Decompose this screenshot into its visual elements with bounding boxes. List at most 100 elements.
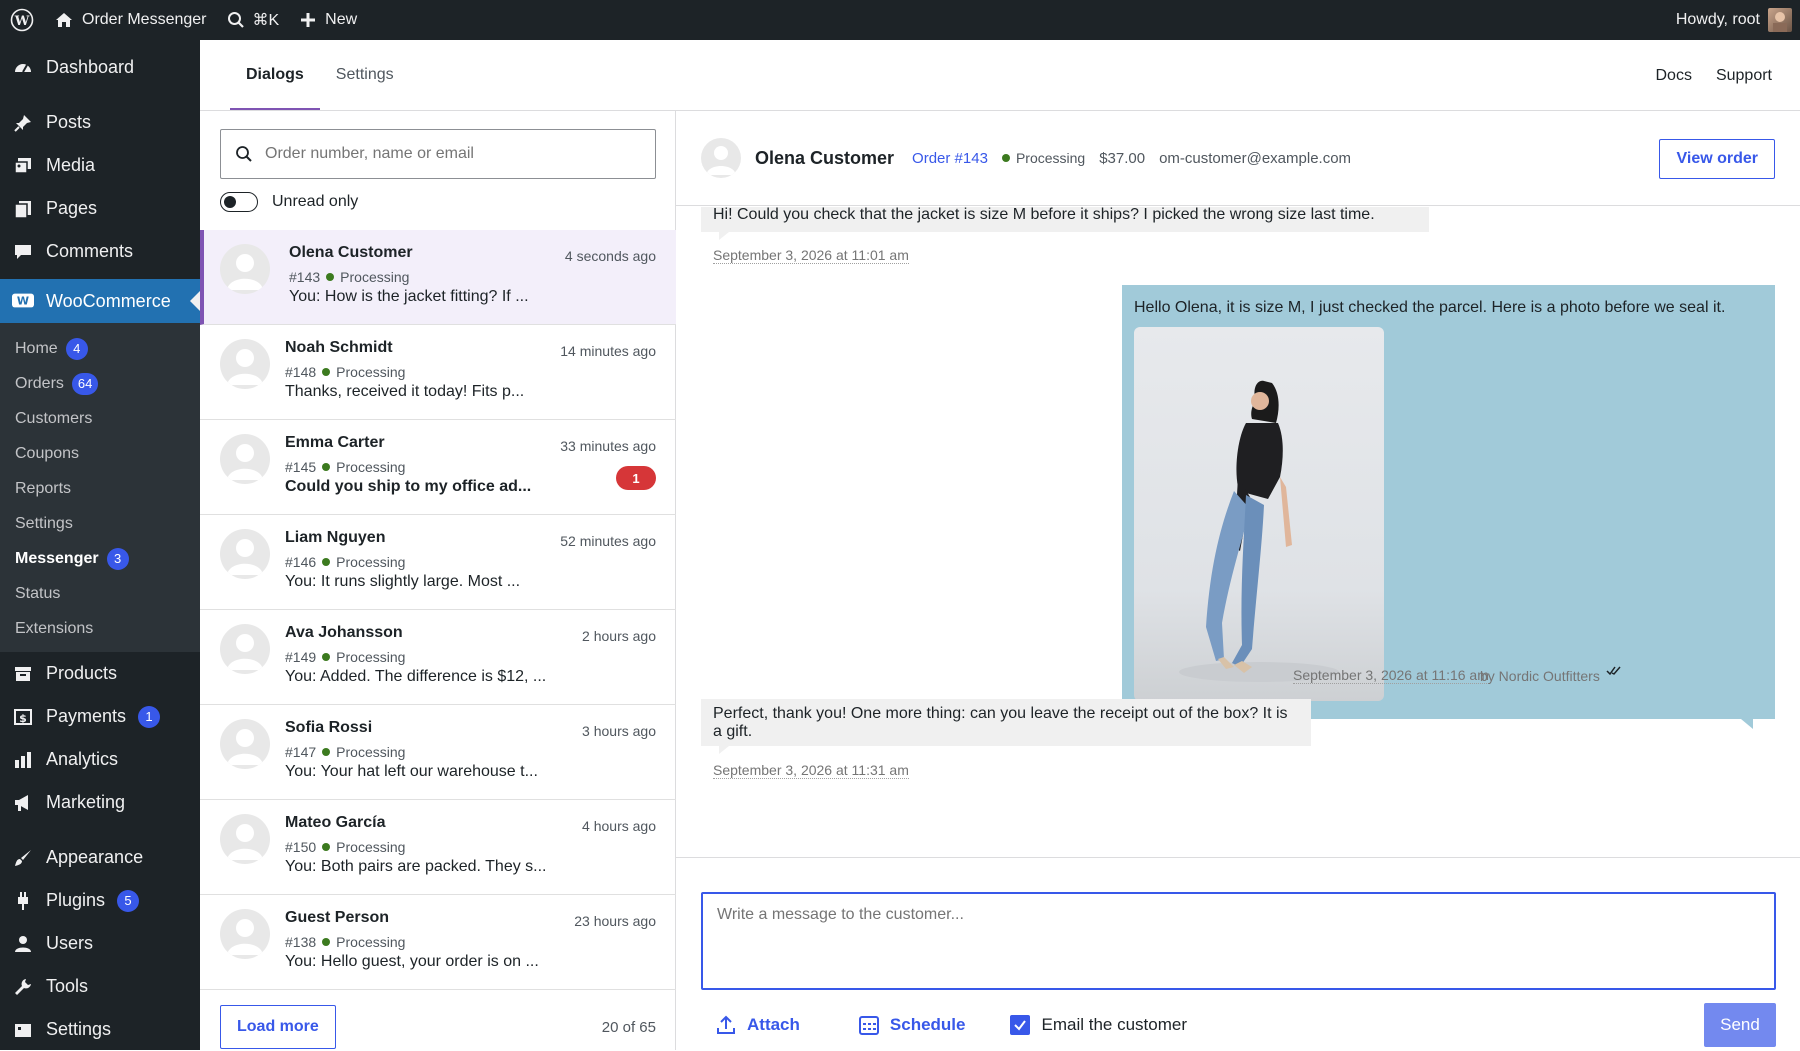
submenu-orders[interactable]: Orders 64 (0, 366, 200, 401)
dialog-item[interactable]: Emma Carter #145 Processing Could you shi… (200, 420, 676, 515)
submenu-settings[interactable]: Settings (0, 506, 200, 541)
message-timestamp: September 3, 2026 at 11:16 am (1293, 667, 1489, 684)
menu-analytics[interactable]: Analytics (0, 738, 200, 781)
submenu-customers[interactable]: Customers (0, 401, 200, 436)
dialog-item[interactable]: Liam Nguyen #146 Processing You: It runs … (200, 515, 676, 610)
command-search-button[interactable]: ⌘K (217, 0, 290, 40)
customer-email: om-customer@example.com (1159, 149, 1352, 167)
dialog-item[interactable]: Guest Person #138 Processing You: Hello g… (200, 895, 676, 990)
tab-dialogs[interactable]: Dialogs (230, 39, 320, 110)
pages-icon (12, 198, 34, 220)
menu-dashboard[interactable]: Dashboard (0, 46, 200, 89)
tab-settings[interactable]: Settings (320, 39, 410, 110)
email-customer-option: Email the customer (1009, 1015, 1187, 1035)
order-number: #149 (285, 649, 317, 665)
new-content-button[interactable]: New (289, 0, 367, 40)
menu-label: Plugins (46, 890, 106, 910)
submenu-reports[interactable]: Reports (0, 471, 200, 506)
order-link[interactable]: Order #143 (912, 150, 988, 167)
unread-only-toggle[interactable] (220, 192, 258, 212)
order-status: Processing (336, 364, 406, 380)
attach-button[interactable]: Attach (701, 1014, 800, 1036)
payments-icon: $ (12, 706, 34, 728)
status-dot (322, 463, 331, 471)
order-status: Processing (336, 459, 406, 475)
menu-marketing[interactable]: Marketing (0, 781, 200, 824)
order-number: #147 (285, 744, 317, 760)
dialog-item[interactable]: Noah Schmidt #148 Processing Thanks, rece… (200, 325, 676, 420)
outgoing-message: Hello Olena, it is size M, I just checke… (1122, 285, 1775, 729)
order-status: Processing (336, 649, 406, 665)
wordpress-logo-button[interactable]: W (0, 0, 44, 40)
menu-settings[interactable]: Settings (0, 1008, 200, 1051)
submenu-label: Customers (15, 409, 93, 427)
unread-count-badge: 1 (616, 466, 656, 490)
email-customer-checkbox[interactable] (1009, 1015, 1030, 1035)
woocommerce-icon: W (12, 290, 34, 312)
submenu-coupons[interactable]: Coupons (0, 436, 200, 471)
status-dot (1001, 154, 1010, 162)
load-more-button[interactable]: Load more (220, 1005, 336, 1049)
submenu-label: Coupons (15, 444, 80, 462)
status-dot (322, 748, 331, 756)
chart-bar-icon (12, 749, 34, 771)
message-author: by Nordic Outfitters (1480, 668, 1600, 684)
site-name-link[interactable]: Order Messenger (44, 0, 217, 40)
menu-plugins[interactable]: Plugins 5 (0, 879, 200, 922)
attach-label: Attach (747, 1015, 800, 1034)
customer-avatar (701, 138, 741, 178)
submenu-messenger[interactable]: Messenger 3 (0, 541, 200, 576)
menu-pages[interactable]: Pages (0, 187, 200, 230)
menu-tools[interactable]: Tools (0, 965, 200, 1008)
order-status: Processing (336, 554, 406, 570)
send-button[interactable]: Send (1704, 1003, 1776, 1047)
status-dot (322, 558, 331, 566)
menu-label: Dashboard (46, 57, 135, 77)
order-number: #138 (285, 934, 317, 950)
dashboard-icon (12, 57, 34, 79)
messenger-count-badge: 3 (106, 547, 129, 570)
attached-photo[interactable] (1134, 327, 1384, 701)
message-preview: You: It runs slightly large. Most ... (285, 573, 521, 590)
menu-payments[interactable]: $ Payments 1 (0, 695, 200, 738)
my-account-menu[interactable]: Howdy, root (1666, 0, 1800, 40)
menu-media[interactable]: Media (0, 144, 200, 187)
upload-icon (715, 1014, 737, 1036)
submenu-extensions[interactable]: Extensions (0, 611, 200, 646)
menu-woocommerce[interactable]: W WooCommerce (0, 279, 200, 323)
dialog-count: 20 of 65 (601, 1018, 656, 1036)
submenu-status[interactable]: Status (0, 576, 200, 611)
dialog-item[interactable]: Olena Customer #143 Processing You: How i… (200, 230, 676, 325)
view-order-button[interactable]: View order (1659, 139, 1775, 179)
message-input[interactable] (717, 906, 1760, 976)
dialog-item[interactable]: Ava Johansson #149 Processing You: Added.… (200, 610, 676, 705)
site-name: Order Messenger (82, 11, 207, 28)
search-input[interactable] (265, 145, 625, 163)
message-preview: Could you ship to my office ad... (285, 478, 532, 495)
dialog-list-pane: Unread only Olena Customer #143Processin… (200, 111, 676, 1050)
submenu-label: Orders (15, 374, 64, 392)
status-dot (322, 368, 331, 376)
schedule-button[interactable]: Schedule (844, 1014, 966, 1036)
menu-users[interactable]: Users (0, 922, 200, 965)
incoming-message: Perfect, thank you! One more thing: can … (701, 699, 1311, 754)
menu-posts[interactable]: Posts (0, 101, 200, 144)
home-count-badge: 4 (65, 337, 88, 360)
menu-appearance[interactable]: Appearance (0, 836, 200, 879)
support-link[interactable]: Support (1716, 67, 1772, 85)
menu-products[interactable]: Products (0, 652, 200, 695)
admin-sidebar: Dashboard Posts Media Pages Comments W W… (0, 40, 200, 1050)
order-number: #143 (289, 269, 321, 285)
dialog-item[interactable]: Mateo García #150 Processing You: Both pa… (200, 800, 676, 895)
docs-link[interactable]: Docs (1656, 67, 1692, 85)
orders-count-badge: 64 (71, 372, 99, 395)
dialog-search[interactable] (220, 129, 656, 179)
dialog-item[interactable]: Sofia Rossi #147 Processing You: Your hat… (200, 705, 676, 800)
avatar (220, 909, 270, 959)
submenu-home[interactable]: Home 4 (0, 331, 200, 366)
search-icon (227, 11, 245, 29)
menu-comments[interactable]: Comments (0, 230, 200, 273)
message-text: Perfect, thank you! One more thing: can … (713, 704, 1288, 740)
payments-count-badge: 1 (138, 705, 161, 728)
composer-actions: Attach Schedule Email the customer Send (701, 1002, 1776, 1048)
